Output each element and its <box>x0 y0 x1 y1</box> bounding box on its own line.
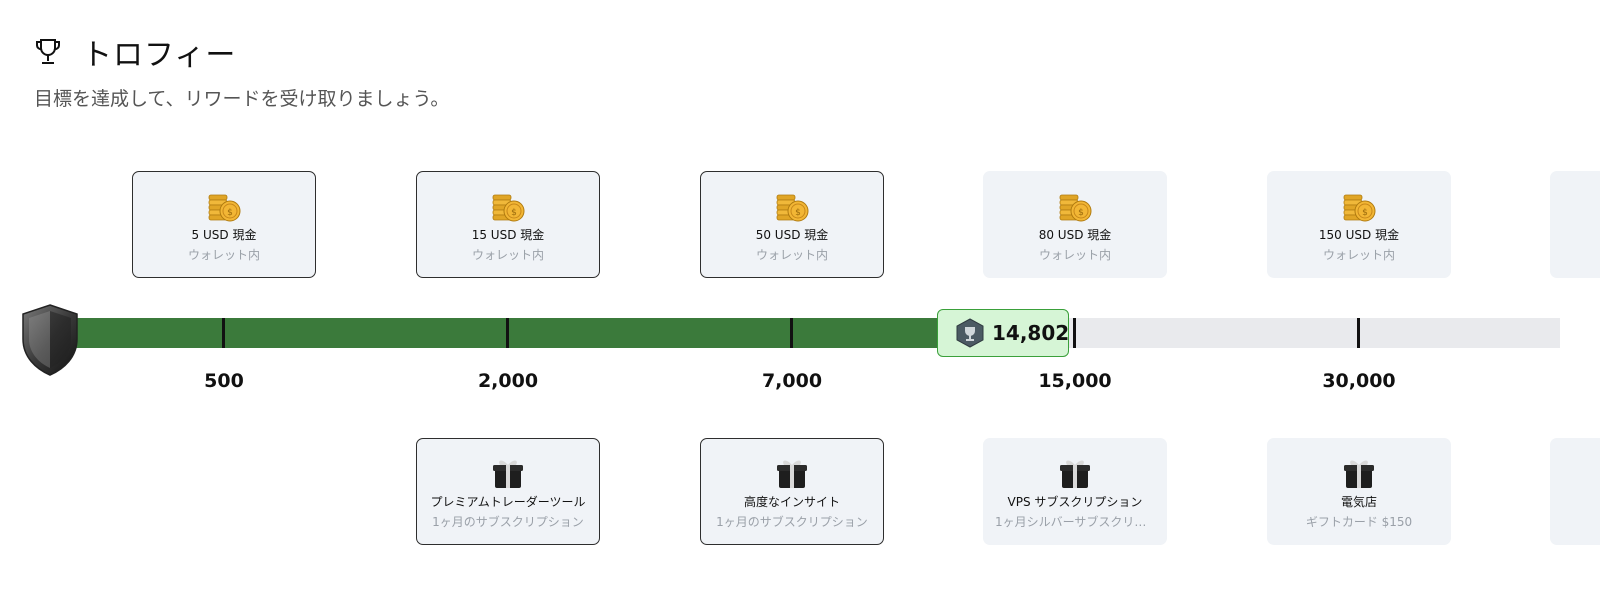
trophy-icon <box>34 37 62 67</box>
reward-subtitle: ウォレット内 <box>1322 248 1395 262</box>
reward-subtitle: ウォレット内 <box>1038 248 1111 262</box>
reward-card-top-1[interactable]: $ 5 USD 現金 ウォレット内 <box>132 171 316 278</box>
page-header: トロフィー <box>34 36 236 73</box>
svg-text:$: $ <box>795 208 801 218</box>
milestone-tick <box>1357 318 1360 348</box>
gift-icon <box>774 456 810 490</box>
reward-card-bottom-1[interactable]: プレミアムトレーダーツール 1ヶ月のサブスクリプション <box>416 438 600 545</box>
reward-title: 15 USD 現金 <box>471 228 545 242</box>
reward-subtitle: 1ヶ月のサブスクリプション <box>716 515 868 529</box>
milestone-tick <box>1073 318 1076 348</box>
shield-icon <box>20 303 80 377</box>
milestone-tick <box>222 318 225 348</box>
reward-title: 5 USD 現金 <box>191 228 257 242</box>
trophy-badge-icon <box>956 318 984 348</box>
reward-subtitle: ウォレット内 <box>755 248 828 262</box>
reward-title: 80 USD 現金 <box>1038 228 1112 242</box>
milestone-tick <box>790 318 793 348</box>
milestone-label: 7,000 <box>761 370 823 392</box>
reward-card-top-2[interactable]: $ 15 USD 現金 ウォレット内 <box>416 171 600 278</box>
reward-subtitle: ウォレット内 <box>471 248 544 262</box>
reward-subtitle: ウォレット内 <box>187 248 260 262</box>
gift-icon <box>1057 456 1093 490</box>
reward-subtitle: ギフトカード $150 <box>1305 515 1413 529</box>
reward-card-bottom-next[interactable] <box>1550 438 1600 545</box>
milestone-tick <box>506 318 509 348</box>
reward-subtitle: 1ヶ月シルバーサブスクリプション <box>995 515 1167 529</box>
reward-card-bottom-4[interactable]: 電気店 ギフトカード $150 <box>1267 438 1451 545</box>
progress-track <box>40 318 1560 348</box>
progress-fill <box>40 318 1068 348</box>
coins-icon: $ <box>490 189 526 223</box>
svg-text:$: $ <box>1078 208 1084 218</box>
reward-title: 電気店 <box>1340 495 1377 509</box>
svg-text:$: $ <box>227 208 233 218</box>
coins-icon: $ <box>1057 189 1093 223</box>
page-subtitle: 目標を達成して、リワードを受け取りましょう。 <box>34 88 450 110</box>
milestone-label: 2,000 <box>477 370 539 392</box>
reward-card-top-4[interactable]: $ 80 USD 現金 ウォレット内 <box>983 171 1167 278</box>
current-points-value: 14,802 <box>992 321 1070 345</box>
coins-icon: $ <box>1341 189 1377 223</box>
reward-title: 150 USD 現金 <box>1318 228 1400 242</box>
reward-card-bottom-3[interactable]: VPS サブスクリプション 1ヶ月シルバーサブスクリプション <box>983 438 1167 545</box>
reward-title: VPS サブスクリプション <box>1007 495 1143 509</box>
svg-text:$: $ <box>1362 208 1368 218</box>
reward-title: 50 USD 現金 <box>755 228 829 242</box>
page-title: トロフィー <box>82 38 237 73</box>
milestone-label: 30,000 <box>1322 370 1396 392</box>
reward-card-top-next[interactable] <box>1550 171 1600 278</box>
current-points-badge: 14,802 <box>937 309 1069 357</box>
milestone-label: 500 <box>204 370 244 392</box>
gift-icon <box>1341 456 1377 490</box>
milestone-label: 15,000 <box>1038 370 1112 392</box>
reward-card-top-5[interactable]: $ 150 USD 現金 ウォレット内 <box>1267 171 1451 278</box>
coins-icon: $ <box>206 189 242 223</box>
svg-text:$: $ <box>511 208 517 218</box>
reward-subtitle: 1ヶ月のサブスクリプション <box>432 515 584 529</box>
reward-title: 高度なインサイト <box>743 495 840 509</box>
reward-card-bottom-2[interactable]: 高度なインサイト 1ヶ月のサブスクリプション <box>700 438 884 545</box>
gift-icon <box>490 456 526 490</box>
coins-icon: $ <box>774 189 810 223</box>
reward-card-top-3[interactable]: $ 50 USD 現金 ウォレット内 <box>700 171 884 278</box>
reward-title: プレミアムトレーダーツール <box>430 495 586 509</box>
